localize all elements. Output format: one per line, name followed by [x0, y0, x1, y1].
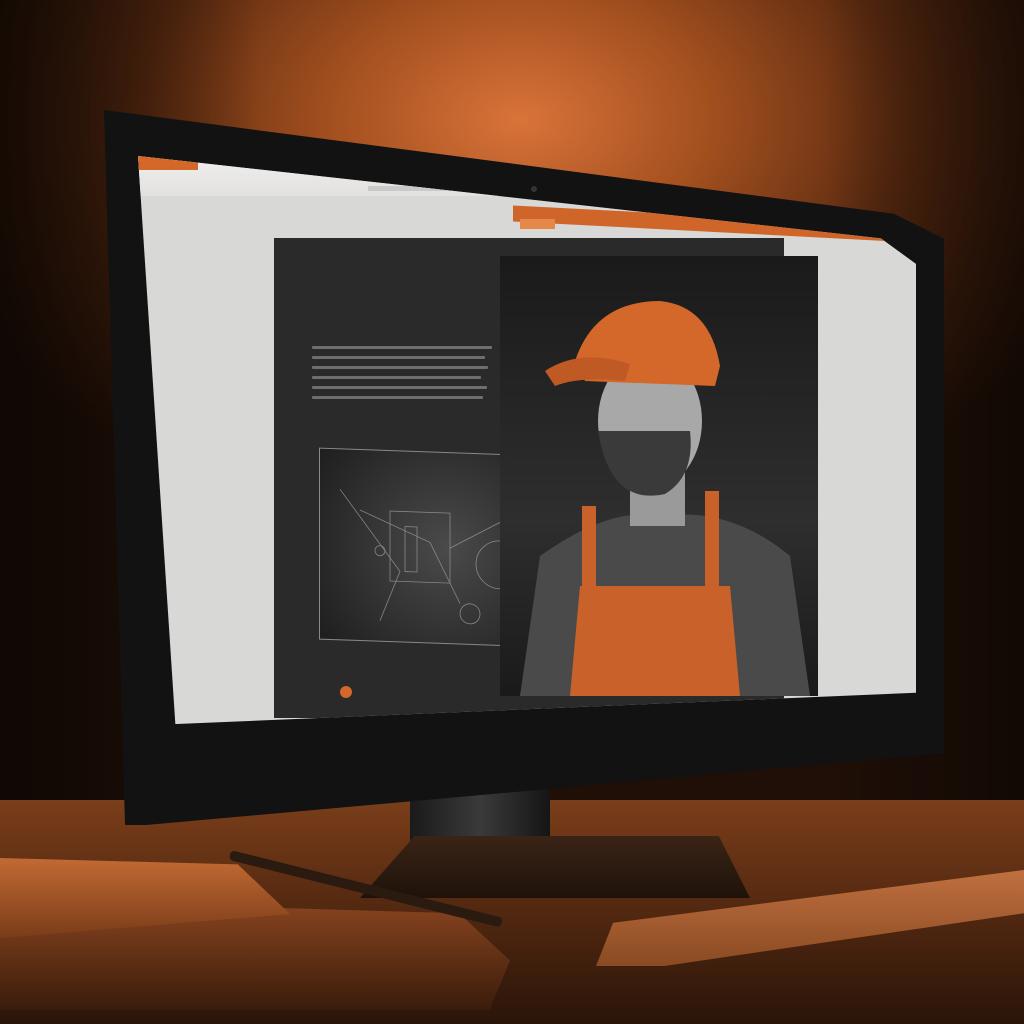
site-nav-button-label	[520, 228, 524, 234]
body-text-line	[312, 376, 482, 379]
body-text-line	[312, 356, 485, 359]
body-text-line	[312, 346, 492, 349]
monitor-screen	[138, 156, 916, 724]
worker-portrait	[520, 301, 810, 696]
body-text-line	[312, 396, 483, 399]
body-text-line	[312, 386, 487, 389]
camera-icon	[531, 186, 537, 192]
hero-body-text	[312, 346, 492, 406]
worker-portrait-photo	[500, 256, 818, 696]
site-nav-button[interactable]	[520, 219, 555, 229]
monitor-stand-base	[360, 836, 750, 898]
circle-icon[interactable]	[340, 686, 352, 698]
body-text-line	[312, 366, 489, 369]
